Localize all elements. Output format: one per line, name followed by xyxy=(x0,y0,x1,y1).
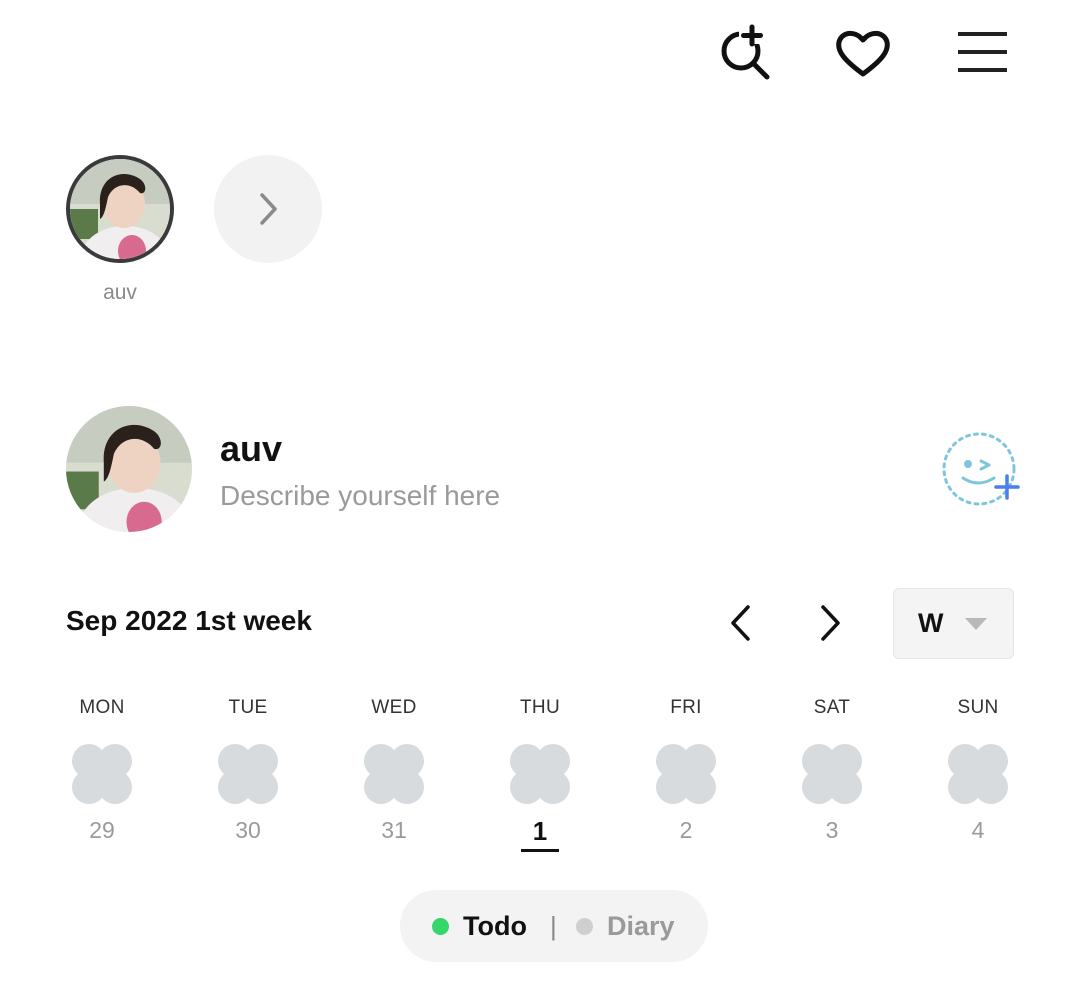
weekday-label: MON xyxy=(79,697,125,718)
weekday-label: SUN xyxy=(957,697,999,718)
add-emoji-button[interactable] xyxy=(938,430,1024,510)
day-column[interactable]: MON 29 xyxy=(52,690,152,860)
diary-dot xyxy=(576,917,593,935)
weekday-label: SAT xyxy=(813,697,851,718)
day-status-flower-icon[interactable] xyxy=(72,744,132,804)
chevron-right-icon xyxy=(821,605,840,641)
view-mode-select[interactable]: W xyxy=(893,588,1014,659)
diary-tab[interactable]: Diary xyxy=(576,890,675,962)
day-date: 30 xyxy=(235,817,261,843)
day-column[interactable]: FRI 2 xyxy=(636,690,736,860)
weekday-label: THU xyxy=(520,697,560,718)
day-date: 3 xyxy=(825,817,839,843)
toggle-separator: | xyxy=(550,911,557,941)
week-title: Sep 2022 1st week xyxy=(66,605,312,636)
friend-name: auv xyxy=(103,281,137,304)
day-column[interactable]: SAT 3 xyxy=(782,690,882,860)
day-status-flower-icon[interactable] xyxy=(510,744,570,804)
profile-avatar[interactable] xyxy=(66,406,192,532)
day-date: 29 xyxy=(89,817,115,843)
caret-down-icon xyxy=(965,618,987,630)
day-date: 4 xyxy=(971,817,985,843)
search-plus-icon xyxy=(721,24,770,80)
heart-button[interactable] xyxy=(834,24,892,82)
day-column[interactable]: WED 31 xyxy=(344,690,444,860)
todo-dot xyxy=(432,917,449,935)
day-column[interactable]: TUE 30 xyxy=(198,690,298,860)
chevron-right-icon xyxy=(260,193,277,225)
day-date: 2 xyxy=(679,817,693,843)
next-week-button[interactable] xyxy=(805,598,855,648)
day-date: 31 xyxy=(381,817,407,843)
friend-avatar[interactable] xyxy=(66,155,174,263)
today-underline xyxy=(521,849,559,852)
day-column[interactable]: THU 1 xyxy=(490,690,590,860)
weekday-label: FRI xyxy=(670,697,702,718)
weekday-label: WED xyxy=(371,697,417,718)
todo-tab[interactable]: Todo xyxy=(432,890,527,962)
search-plus-button[interactable] xyxy=(716,24,774,82)
todo-label: Todo xyxy=(463,910,527,941)
menu-button[interactable] xyxy=(953,24,1011,82)
diary-label: Diary xyxy=(607,910,675,941)
day-status-flower-icon[interactable] xyxy=(656,744,716,804)
day-status-flower-icon[interactable] xyxy=(218,744,278,804)
profile-bio[interactable]: Describe yourself here xyxy=(220,480,500,512)
menu-icon xyxy=(958,32,1007,72)
weekday-label: TUE xyxy=(228,697,268,718)
chevron-left-icon xyxy=(731,605,750,641)
todo-diary-toggle: Todo | Diary xyxy=(400,890,708,962)
day-status-flower-icon[interactable] xyxy=(364,744,424,804)
prev-week-button[interactable] xyxy=(716,598,766,648)
profile-name: auv xyxy=(220,428,283,469)
avatar-photo xyxy=(66,406,192,532)
view-mode-value: W xyxy=(918,608,944,638)
emoji-add-icon xyxy=(942,432,1020,506)
day-status-flower-icon[interactable] xyxy=(802,744,862,804)
friends-more-button[interactable] xyxy=(214,155,322,263)
heart-icon xyxy=(836,30,890,77)
day-column[interactable]: SUN 4 xyxy=(928,690,1028,860)
today-date: 1 xyxy=(532,816,548,846)
avatar-photo xyxy=(70,159,170,259)
day-status-flower-icon[interactable] xyxy=(948,744,1008,804)
